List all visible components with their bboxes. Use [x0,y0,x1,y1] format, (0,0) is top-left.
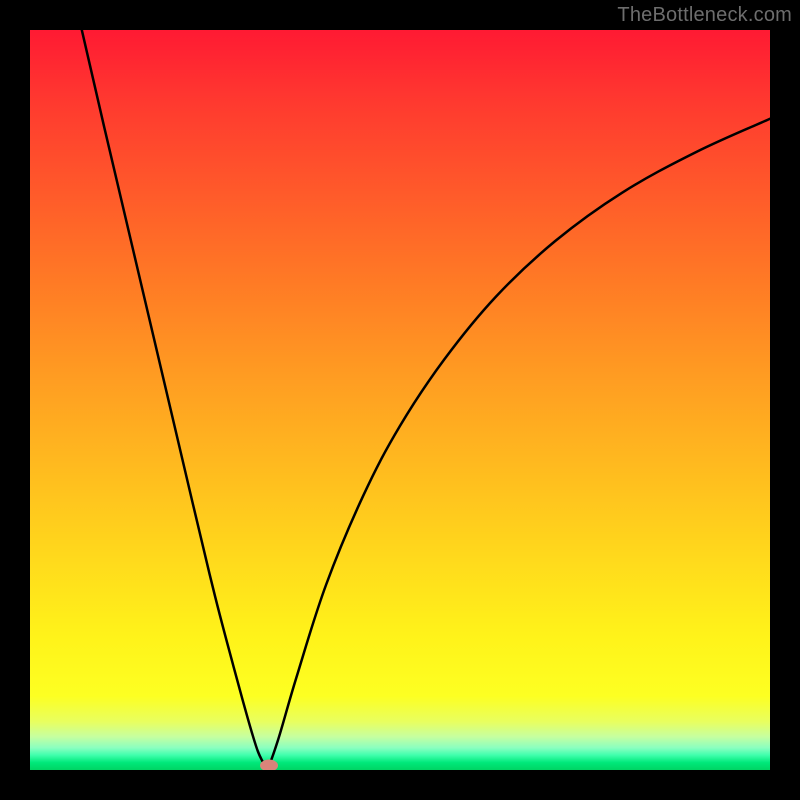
chart-frame: TheBottleneck.com [0,0,800,800]
attribution-watermark: TheBottleneck.com [617,4,792,27]
gradient-background [30,30,770,770]
plot-area [30,30,770,770]
